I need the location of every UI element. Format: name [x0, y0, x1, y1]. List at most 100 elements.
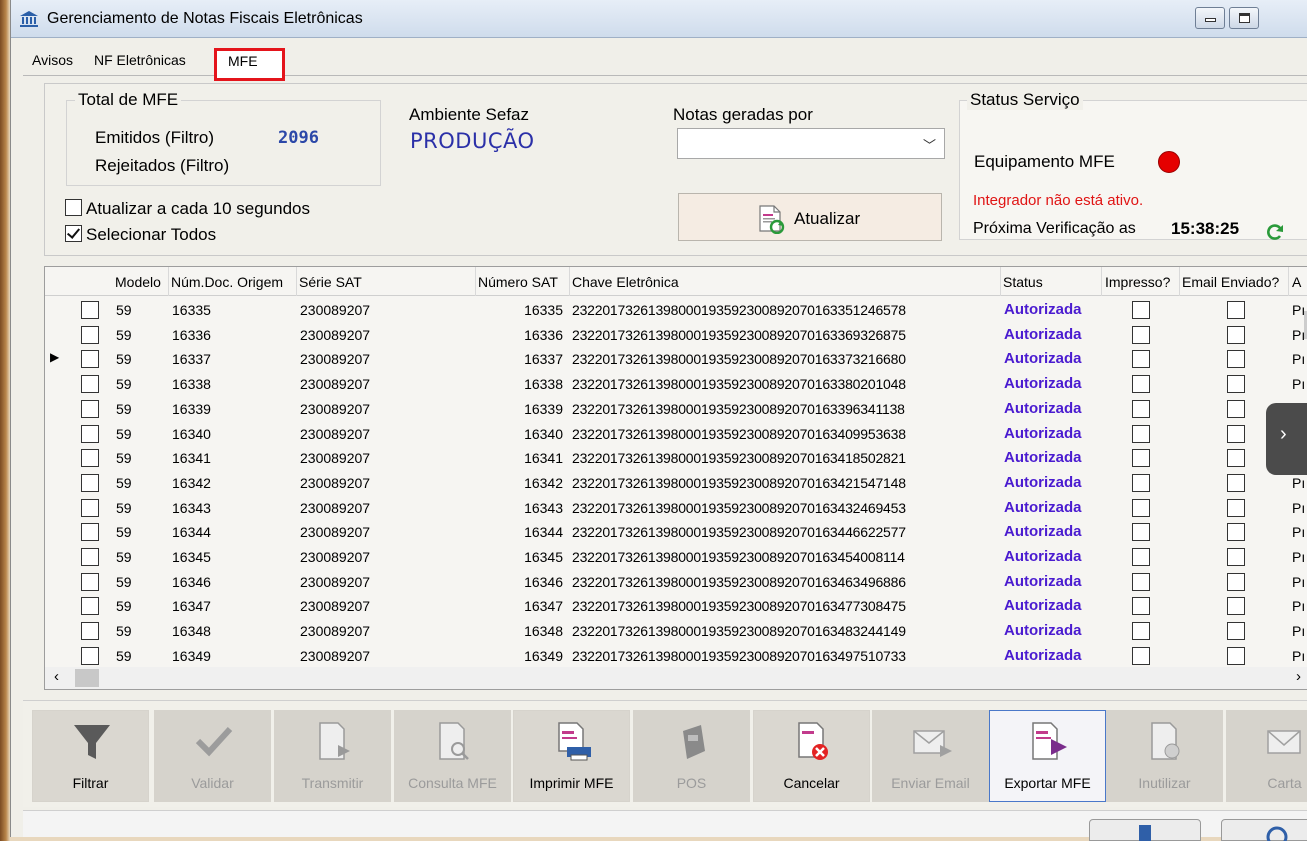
side-panel-toggle[interactable]: ›: [1266, 403, 1307, 475]
table-row[interactable]: 59 16344 230089207 16344 2322017326139800019…: [45, 520, 1307, 545]
email-enviado-checkbox[interactable]: [1227, 498, 1245, 517]
table-row[interactable]: 59 16341 230089207 16341 2322017326139800019…: [45, 446, 1307, 471]
email-enviado-checkbox[interactable]: [1227, 646, 1245, 665]
exportar-mfe-button[interactable]: Exportar MFE: [989, 710, 1106, 802]
impresso-checkbox[interactable]: [1132, 548, 1150, 566]
impresso-checkbox[interactable]: [1132, 597, 1150, 616]
horizontal-scrollbar[interactable]: ‹ ›: [45, 667, 1307, 689]
impresso-checkbox[interactable]: [1132, 301, 1150, 319]
refresh-icon[interactable]: [1265, 222, 1285, 242]
table-row[interactable]: ▶ 59 16337 230089207 16337 232201732613980001…: [45, 347, 1307, 372]
row-select-checkbox[interactable]: [81, 399, 99, 418]
horizontal-scroll-thumb[interactable]: [75, 669, 99, 687]
email-enviado-checkbox[interactable]: [1227, 597, 1245, 616]
row-select-checkbox[interactable]: [81, 523, 99, 542]
transmitir-button[interactable]: Transmitir: [274, 710, 391, 802]
email-enviado-checkbox[interactable]: [1227, 473, 1245, 492]
impresso-checkbox[interactable]: [1132, 498, 1150, 517]
col-modelo[interactable]: Modelo: [115, 274, 161, 290]
email-enviado-checkbox[interactable]: [1227, 424, 1245, 443]
atualizar-button[interactable]: Atualizar: [678, 193, 942, 241]
impresso-checkbox[interactable]: [1132, 572, 1150, 591]
impresso-checkbox[interactable]: [1132, 350, 1150, 369]
mfe-grid[interactable]: Modelo Núm.Doc. Origem Série SAT Número …: [44, 266, 1307, 690]
table-row[interactable]: 59 16347 230089207 16347 2322017326139800019…: [45, 594, 1307, 619]
auto-update-checkbox[interactable]: [65, 199, 82, 216]
row-select-checkbox[interactable]: [81, 350, 99, 369]
tab-mfe[interactable]: MFE: [214, 48, 285, 81]
filtrar-button[interactable]: Filtrar: [32, 710, 149, 802]
col-status[interactable]: Status: [1003, 274, 1043, 290]
row-select-checkbox[interactable]: [81, 375, 99, 394]
row-select-checkbox[interactable]: [81, 449, 99, 468]
pos-button[interactable]: POS: [633, 710, 750, 802]
carta-button[interactable]: Carta: [1226, 710, 1307, 802]
col-num-doc[interactable]: Núm.Doc. Origem: [171, 274, 283, 290]
email-enviado-checkbox[interactable]: [1227, 325, 1245, 344]
table-row[interactable]: 59 16340 230089207 16340 2322017326139800019…: [45, 422, 1307, 447]
email-enviado-checkbox[interactable]: [1227, 301, 1245, 319]
table-row[interactable]: 59 16349 230089207 16349 2322017326139800019…: [45, 644, 1307, 669]
table-row[interactable]: 59 16338 230089207 16338 2322017326139800019…: [45, 372, 1307, 397]
email-enviado-checkbox[interactable]: [1227, 523, 1245, 542]
select-all-option[interactable]: Selecionar Todos: [65, 225, 216, 245]
scroll-left-icon[interactable]: ‹: [54, 668, 59, 685]
impresso-checkbox[interactable]: [1132, 424, 1150, 443]
email-enviado-checkbox[interactable]: [1227, 399, 1245, 418]
table-row[interactable]: 59 16335 230089207 16335 2322017326139800019…: [45, 298, 1307, 323]
cancelar-button[interactable]: Cancelar: [753, 710, 870, 802]
select-all-checkbox[interactable]: [65, 225, 82, 242]
scroll-right-icon[interactable]: ›: [1296, 668, 1301, 685]
enviar-email-button[interactable]: Enviar Email: [872, 710, 989, 802]
consulta-mfe-button[interactable]: Consulta MFE: [394, 710, 511, 802]
row-select-checkbox[interactable]: [81, 473, 99, 492]
email-enviado-checkbox[interactable]: [1227, 622, 1245, 641]
email-enviado-checkbox[interactable]: [1227, 375, 1245, 394]
email-enviado-checkbox[interactable]: [1227, 449, 1245, 468]
row-select-checkbox[interactable]: [81, 498, 99, 517]
impresso-checkbox[interactable]: [1132, 375, 1150, 394]
notas-geradas-select[interactable]: ﹀: [677, 128, 945, 159]
tab-avisos[interactable]: Avisos: [32, 52, 73, 68]
table-row[interactable]: 59 16348 230089207 16348 2322017326139800019…: [45, 619, 1307, 644]
email-enviado-checkbox[interactable]: [1227, 572, 1245, 591]
col-a[interactable]: A: [1292, 274, 1301, 290]
help-button[interactable]: [1221, 819, 1307, 841]
impresso-checkbox[interactable]: [1132, 473, 1150, 492]
col-impresso[interactable]: Impresso?: [1105, 274, 1170, 290]
table-row[interactable]: 59 16346 230089207 16346 2322017326139800019…: [45, 570, 1307, 595]
table-row[interactable]: 59 16339 230089207 16339 2322017326139800019…: [45, 397, 1307, 422]
impresso-checkbox[interactable]: [1132, 622, 1150, 641]
table-row[interactable]: 59 16343 230089207 16343 2322017326139800019…: [45, 496, 1307, 521]
imprimir-mfe-button[interactable]: Imprimir MFE: [513, 710, 630, 802]
auto-update-option[interactable]: Atualizar a cada 10 segundos: [65, 199, 310, 219]
row-select-checkbox[interactable]: [81, 424, 99, 443]
row-select-checkbox[interactable]: [81, 572, 99, 591]
maximize-button[interactable]: [1229, 7, 1259, 29]
impresso-checkbox[interactable]: [1132, 449, 1150, 468]
col-email-enviado[interactable]: Email Enviado?: [1182, 274, 1279, 290]
impresso-checkbox[interactable]: [1132, 325, 1150, 344]
email-enviado-checkbox[interactable]: [1227, 548, 1245, 566]
impresso-checkbox[interactable]: [1132, 523, 1150, 542]
row-select-checkbox[interactable]: [81, 597, 99, 616]
row-select-checkbox[interactable]: [81, 325, 99, 344]
table-row[interactable]: 59 16342 230089207 16342 2322017326139800019…: [45, 471, 1307, 496]
table-row[interactable]: 59 16336 230089207 16336 2322017326139800019…: [45, 323, 1307, 348]
row-select-checkbox[interactable]: [81, 646, 99, 665]
email-enviado-checkbox[interactable]: [1227, 350, 1245, 369]
col-numero-sat[interactable]: Número SAT: [478, 274, 558, 290]
validar-button[interactable]: Validar: [154, 710, 271, 802]
impresso-checkbox[interactable]: [1132, 646, 1150, 665]
table-row[interactable]: 59 16345 230089207 16345 2322017326139800019…: [45, 545, 1307, 570]
minimize-button[interactable]: [1195, 7, 1225, 29]
exit-button[interactable]: [1089, 819, 1201, 841]
row-select-checkbox[interactable]: [81, 301, 99, 319]
row-select-checkbox[interactable]: [81, 548, 99, 566]
col-chave[interactable]: Chave Eletrônica: [572, 274, 679, 290]
tab-nf-eletronicas[interactable]: NF Eletrônicas: [94, 52, 186, 68]
impresso-checkbox[interactable]: [1132, 399, 1150, 418]
row-select-checkbox[interactable]: [81, 622, 99, 641]
inutilizar-button[interactable]: Inutilizar: [1106, 710, 1223, 802]
col-serie-sat[interactable]: Série SAT: [299, 274, 362, 290]
